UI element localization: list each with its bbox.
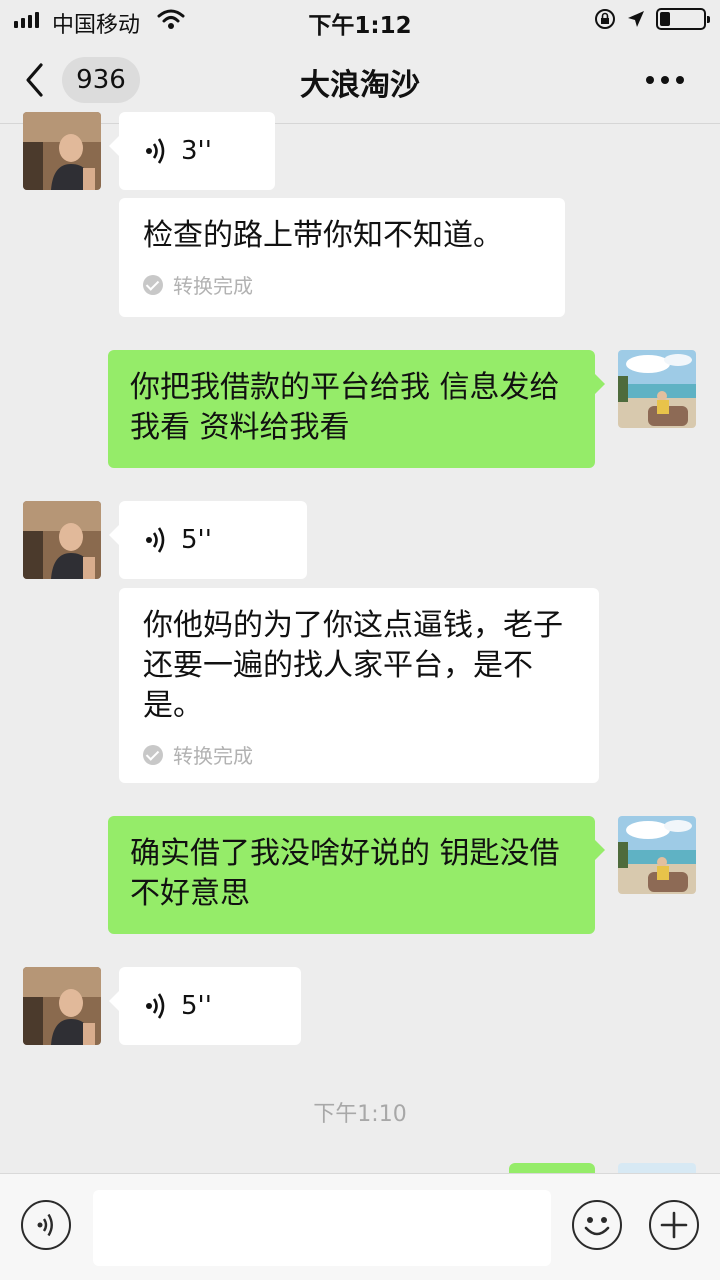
- voice-message-bubble[interactable]: 3'': [109, 112, 275, 190]
- location-icon: [628, 11, 644, 27]
- message-timestamp: 下午1:10: [313, 1102, 407, 1127]
- voice-transcript-bubble[interactable]: 你他妈的为了你这点逼钱，老子还要一遍的找人家平台，是不是。 转换完成: [119, 588, 599, 783]
- voice-input-icon: [37, 1213, 53, 1237]
- emoji-icon: [584, 1217, 610, 1236]
- more-functions-button[interactable]: [649, 1200, 699, 1250]
- message-input[interactable]: [93, 1190, 551, 1266]
- avatar-contact[interactable]: [23, 501, 101, 579]
- sent-message-bubble[interactable]: 确实借了我没啥好说的 钥匙没借 不好意思: [108, 816, 605, 934]
- avatar-self-partial: [618, 1163, 696, 1173]
- input-bar: [0, 1173, 720, 1280]
- transcript-status: 转换完成: [173, 274, 253, 298]
- voice-wave-icon: [146, 527, 165, 553]
- transcript-text: 你他妈的为了你这点逼钱，老子还要一遍的找人家平台，是不是。: [143, 608, 563, 723]
- status-bar: 中国移动 下午1:12: [0, 0, 720, 40]
- sent-message-bubble-partial[interactable]: [509, 1163, 595, 1173]
- check-icon: [143, 274, 163, 295]
- avatar-self[interactable]: [618, 816, 696, 894]
- orientation-lock-icon: [595, 9, 615, 29]
- avatar-self[interactable]: [618, 350, 696, 428]
- sent-message-bubble[interactable]: 你把我借款的平台给我 信息发给我看 资料给我看: [108, 350, 605, 468]
- emoji-button[interactable]: [572, 1200, 622, 1250]
- transcript-status: 转换完成: [173, 744, 253, 768]
- message-text: 确实借了我没啥好说的 钥匙没借 不好意思: [130, 836, 560, 911]
- voice-wave-icon: [146, 138, 165, 164]
- voice-message-bubble[interactable]: 5'': [109, 967, 301, 1045]
- chat-header: 936 大浪淘沙: [0, 40, 720, 124]
- avatar-contact[interactable]: [23, 967, 101, 1045]
- chat-title: 大浪淘沙: [300, 68, 420, 103]
- voice-input-button[interactable]: [21, 1200, 71, 1250]
- more-icon[interactable]: [646, 76, 684, 84]
- voice-transcript-bubble[interactable]: 检查的路上带你知不知道。 转换完成: [119, 198, 565, 317]
- transcript-text: 检查的路上带你知不知道。: [143, 218, 503, 253]
- voice-duration: 3'': [181, 136, 212, 166]
- battery-icon: [656, 8, 710, 30]
- voice-duration: 5'': [181, 525, 212, 555]
- avatar-contact[interactable]: [23, 112, 101, 190]
- voice-wave-icon: [146, 993, 165, 1019]
- plus-icon: [660, 1211, 688, 1239]
- check-icon: [143, 744, 163, 765]
- message-text: 你把我借款的平台给我 信息发给我看 资料给我看: [130, 370, 560, 445]
- voice-message-bubble[interactable]: 5'': [109, 501, 307, 579]
- voice-duration: 5'': [181, 991, 212, 1021]
